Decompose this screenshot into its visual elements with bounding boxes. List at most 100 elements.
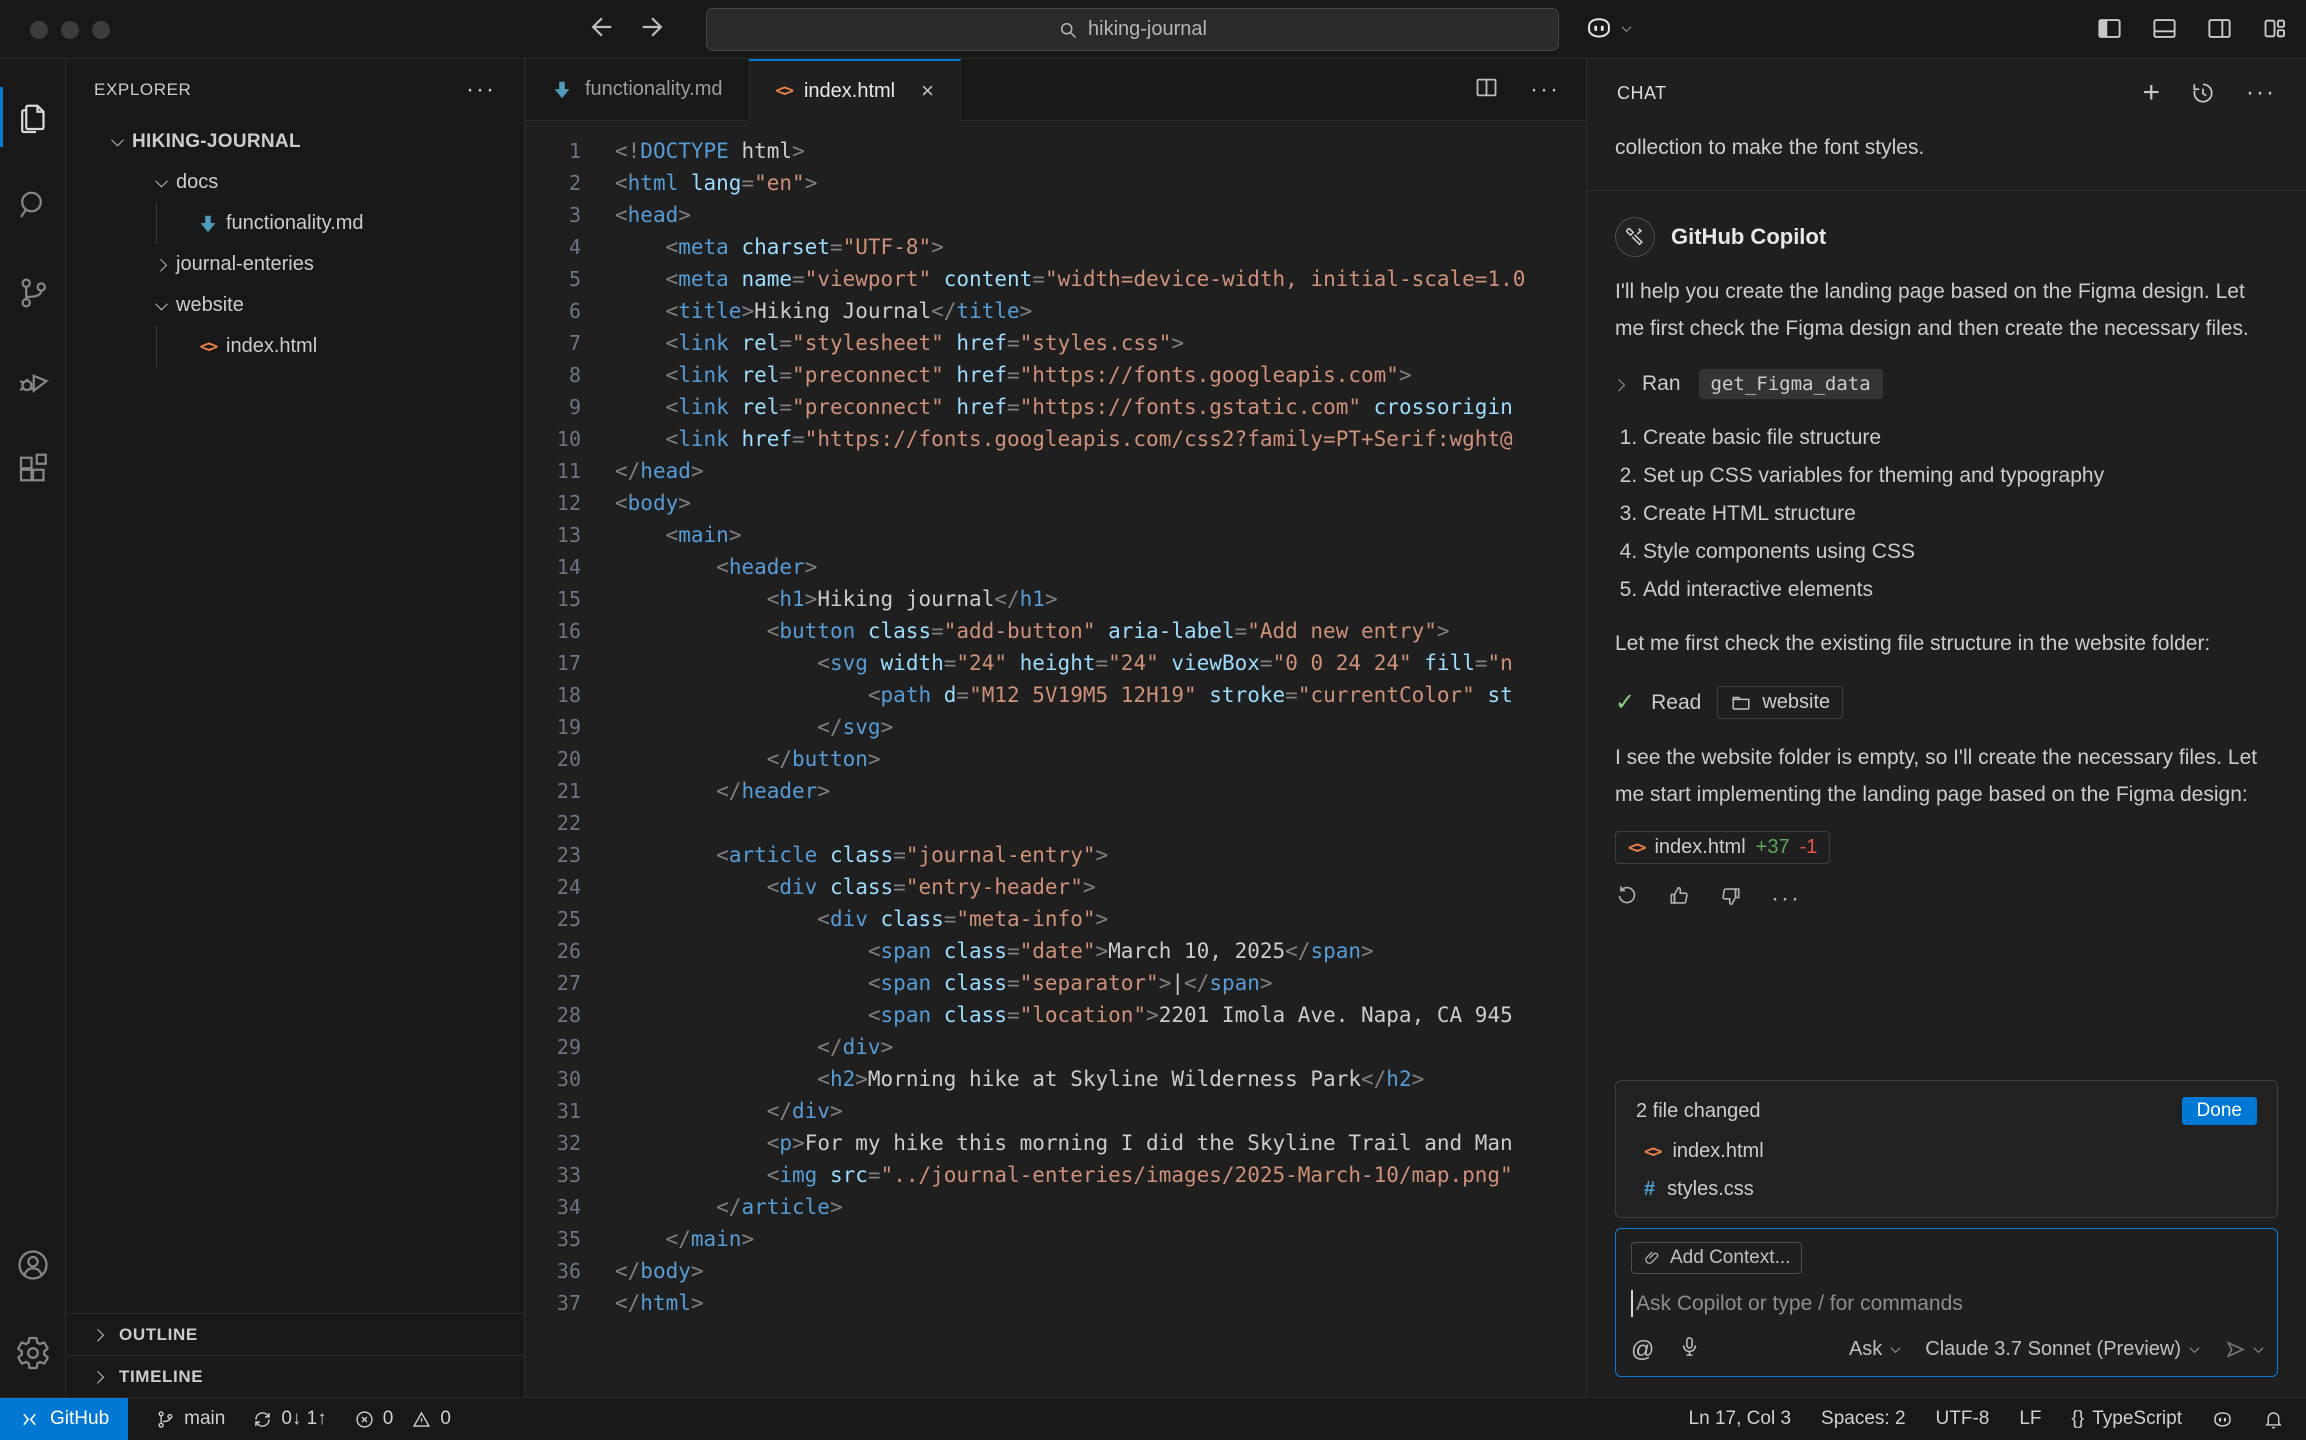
rerun-icon[interactable]	[1615, 884, 1639, 913]
code-line[interactable]: 7 <link rel="stylesheet" href="styles.cs…	[525, 327, 1586, 359]
explorer-more-icon[interactable]: ···	[466, 76, 496, 104]
back-icon[interactable]	[585, 12, 615, 47]
tree-item-docs[interactable]: docs	[66, 162, 524, 203]
code-line[interactable]: 35 </main>	[525, 1223, 1586, 1255]
done-button[interactable]: Done	[2182, 1097, 2257, 1125]
tab-index-html[interactable]: <> index.html ×	[749, 59, 961, 121]
tree-item-hiking-journal[interactable]: HIKING-JOURNAL	[66, 121, 524, 162]
tree-item-journal-enteries[interactable]: journal-enteries	[66, 244, 524, 285]
command-center-search[interactable]: hiking-journal	[706, 8, 1559, 51]
toggle-primary-sidebar-icon[interactable]	[2096, 15, 2123, 47]
code-line[interactable]: 9 <link rel="preconnect" href="https://f…	[525, 391, 1586, 423]
outline-section[interactable]: OUTLINE	[66, 1313, 524, 1355]
code-line[interactable]: 18 <path d="M12 5V19M5 12H19" stroke="cu…	[525, 679, 1586, 711]
forward-icon[interactable]	[639, 12, 669, 47]
search-view-icon[interactable]	[0, 161, 66, 249]
close-window-icon[interactable]	[30, 21, 48, 39]
new-chat-icon[interactable]: +	[2142, 76, 2160, 110]
code-line[interactable]: 22	[525, 807, 1586, 839]
toggle-panel-icon[interactable]	[2151, 15, 2178, 47]
model-dropdown[interactable]: Claude 3.7 Sonnet (Preview)	[1925, 1338, 2198, 1361]
code-line[interactable]: 32 <p>For my hike this morning I did the…	[525, 1127, 1586, 1159]
code-line[interactable]: 6 <title>Hiking Journal</title>	[525, 295, 1586, 327]
thumbs-down-icon[interactable]	[1719, 884, 1743, 913]
mention-icon[interactable]: @	[1631, 1336, 1654, 1363]
code-editor[interactable]: 1<!DOCTYPE html>2<html lang="en">3<head>…	[525, 121, 1586, 1397]
tree-item-website[interactable]: website	[66, 285, 524, 326]
traffic-lights[interactable]	[30, 21, 110, 39]
copilot-status-icon[interactable]	[2212, 1409, 2233, 1430]
accounts-icon[interactable]	[0, 1221, 66, 1309]
code-line[interactable]: 19 </svg>	[525, 711, 1586, 743]
code-line[interactable]: 33 <img src="../journal-enteries/images/…	[525, 1159, 1586, 1191]
editor-more-icon[interactable]: ···	[1530, 76, 1560, 104]
code-line[interactable]: 28 <span class="location">2201 Imola Ave…	[525, 999, 1586, 1031]
problems-indicator[interactable]: 0 0	[354, 1408, 451, 1430]
settings-gear-icon[interactable]	[0, 1309, 66, 1397]
code-line[interactable]: 26 <span class="date">March 10, 2025</sp…	[525, 935, 1586, 967]
code-line[interactable]: 34 </article>	[525, 1191, 1586, 1223]
code-line[interactable]: 17 <svg width="24" height="24" viewBox="…	[525, 647, 1586, 679]
language-mode[interactable]: {}TypeScript	[2072, 1408, 2182, 1430]
code-line[interactable]: 12<body>	[525, 487, 1586, 519]
code-line[interactable]: 4 <meta charset="UTF-8">	[525, 231, 1586, 263]
code-line[interactable]: 21 </header>	[525, 775, 1586, 807]
branch-indicator[interactable]: main	[155, 1408, 225, 1430]
code-line[interactable]: 5 <meta name="viewport" content="width=d…	[525, 263, 1586, 295]
changed-file-styles.css[interactable]: #styles.css	[1636, 1178, 2257, 1201]
encoding[interactable]: UTF-8	[1936, 1408, 1990, 1430]
toggle-secondary-sidebar-icon[interactable]	[2206, 15, 2233, 47]
read-target-chip[interactable]: website	[1717, 686, 1843, 719]
code-line[interactable]: 10 <link href="https://fonts.googleapis.…	[525, 423, 1586, 455]
mode-dropdown[interactable]: Ask	[1849, 1338, 1899, 1361]
code-line[interactable]: 31 </div>	[525, 1095, 1586, 1127]
changed-file-index.html[interactable]: <>index.html	[1636, 1140, 2257, 1163]
indentation[interactable]: Spaces: 2	[1821, 1408, 1906, 1430]
sync-indicator[interactable]: 0↓ 1↑	[252, 1408, 326, 1430]
remote-indicator[interactable]: GitHub	[0, 1398, 128, 1440]
code-line[interactable]: 14 <header>	[525, 551, 1586, 583]
eol[interactable]: LF	[2019, 1408, 2041, 1430]
tree-item-functionality.md[interactable]: functionality.md	[66, 203, 524, 244]
code-line[interactable]: 13 <main>	[525, 519, 1586, 551]
notifications-bell-icon[interactable]	[2263, 1409, 2284, 1430]
thumbs-up-icon[interactable]	[1667, 884, 1691, 913]
code-line[interactable]: 11</head>	[525, 455, 1586, 487]
cursor-position[interactable]: Ln 17, Col 3	[1689, 1408, 1791, 1430]
code-line[interactable]: 25 <div class="meta-info">	[525, 903, 1586, 935]
code-line[interactable]: 16 <button class="add-button" aria-label…	[525, 615, 1586, 647]
tree-item-index.html[interactable]: <>index.html	[66, 326, 524, 367]
code-line[interactable]: 3<head>	[525, 199, 1586, 231]
copilot-menu[interactable]	[1585, 14, 1630, 42]
customize-layout-icon[interactable]	[2261, 15, 2288, 47]
code-line[interactable]: 23 <article class="journal-entry">	[525, 839, 1586, 871]
tool-run-row[interactable]: Ran get_Figma_data	[1615, 369, 2278, 399]
split-editor-icon[interactable]	[1473, 74, 1500, 106]
microphone-icon[interactable]	[1678, 1335, 1701, 1363]
code-line[interactable]: 8 <link rel="preconnect" href="https://f…	[525, 359, 1586, 391]
timeline-section[interactable]: TIMELINE	[66, 1355, 524, 1397]
code-line[interactable]: 20 </button>	[525, 743, 1586, 775]
extensions-icon[interactable]	[0, 425, 66, 513]
code-line[interactable]: 36</body>	[525, 1255, 1586, 1287]
minimize-window-icon[interactable]	[61, 21, 79, 39]
code-line[interactable]: 27 <span class="separator">|</span>	[525, 967, 1586, 999]
chat-history-icon[interactable]	[2190, 80, 2216, 106]
send-button[interactable]	[2224, 1338, 2262, 1361]
code-line[interactable]: 15 <h1>Hiking journal</h1>	[525, 583, 1586, 615]
code-line[interactable]: 2<html lang="en">	[525, 167, 1586, 199]
chat-more-icon[interactable]: ···	[2246, 79, 2276, 107]
changed-file-chip[interactable]: <> index.html +37 -1	[1615, 831, 1830, 864]
code-line[interactable]: 24 <div class="entry-header">	[525, 871, 1586, 903]
code-line[interactable]: 29 </div>	[525, 1031, 1586, 1063]
run-debug-icon[interactable]	[0, 337, 66, 425]
chat-input-box[interactable]: Add Context... Ask Copilot or type / for…	[1615, 1228, 2278, 1377]
tab-functionality-md[interactable]: functionality.md	[525, 59, 749, 120]
close-tab-icon[interactable]: ×	[921, 78, 934, 104]
source-control-icon[interactable]	[0, 249, 66, 337]
code-line[interactable]: 30 <h2>Morning hike at Skyline Wildernes…	[525, 1063, 1586, 1095]
maximize-window-icon[interactable]	[92, 21, 110, 39]
code-line[interactable]: 1<!DOCTYPE html>	[525, 135, 1586, 167]
code-line[interactable]: 37</html>	[525, 1287, 1586, 1319]
message-more-icon[interactable]: ···	[1771, 885, 1801, 913]
